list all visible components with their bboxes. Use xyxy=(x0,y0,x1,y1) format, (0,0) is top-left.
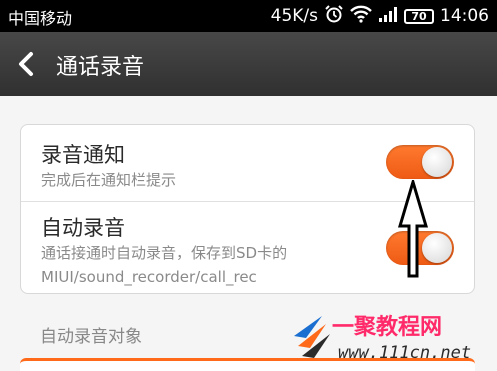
setting-subtitle: 通话接通时自动录音，保存到SD卡的MIUI/sound_recorder/cal… xyxy=(41,244,288,286)
network-speed: 45K/s xyxy=(270,6,318,26)
battery-icon: 70 xyxy=(404,8,434,24)
watermark-logo: 一聚教程网 www.111cn.net xyxy=(294,314,471,363)
annotation-arrow-icon xyxy=(398,180,428,278)
signal-icon xyxy=(378,6,398,27)
title-bar: 通话录音 xyxy=(0,32,497,96)
status-icons: 45K/s 70 14:06 xyxy=(271,4,489,28)
wifi-icon xyxy=(350,5,372,28)
setting-title: 录音通知 xyxy=(41,143,125,167)
record-notify-toggle[interactable] xyxy=(386,145,454,179)
alarm-icon xyxy=(324,4,344,29)
clock: 14:06 xyxy=(440,6,489,26)
setting-title: 自动录音 xyxy=(41,216,125,240)
back-arrow-icon[interactable] xyxy=(16,51,36,81)
setting-subtitle: 完成后在通知栏提示 xyxy=(41,171,177,189)
section-label: 自动录音对象 xyxy=(40,327,142,347)
carrier-name: 中国移动 xyxy=(8,9,73,28)
page-title: 通话录音 xyxy=(56,55,145,80)
toggle-knob xyxy=(422,147,452,177)
watermark-url: www.111cn.net xyxy=(338,343,471,363)
status-bar: 中国移动 45K/s 70 14:06 xyxy=(0,0,497,32)
watermark-brand: 一聚教程网 xyxy=(332,314,442,340)
